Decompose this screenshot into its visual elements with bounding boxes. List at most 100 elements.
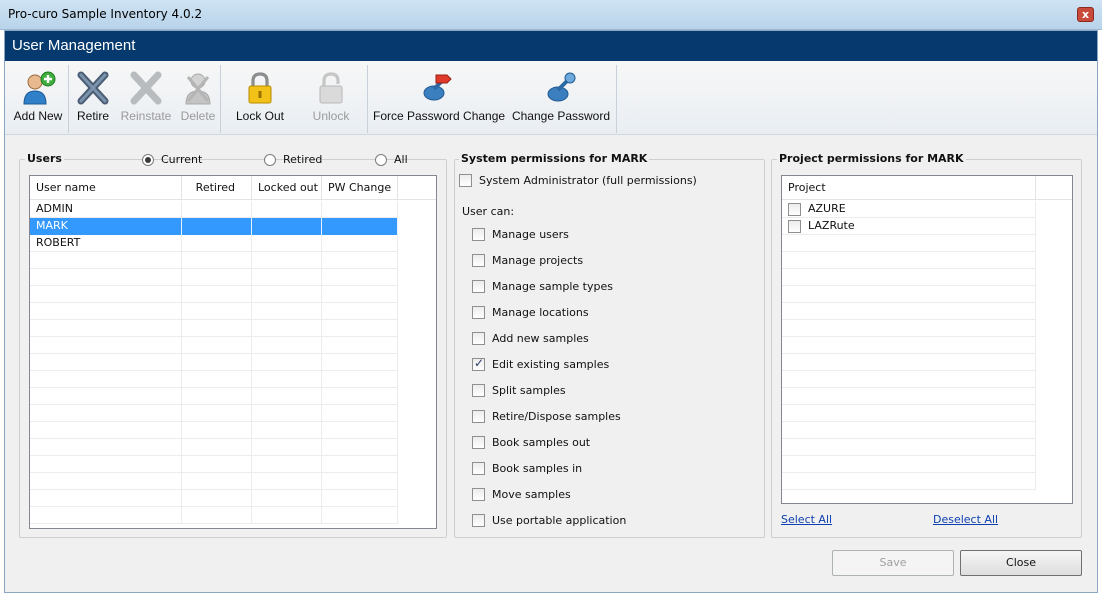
- add-new-button[interactable]: Add New: [7, 65, 69, 129]
- cell-locked-out: [252, 218, 322, 235]
- table-row[interactable]: ROBERT: [30, 235, 398, 252]
- cell-locked-out: [252, 235, 322, 252]
- empty-cell: [182, 269, 252, 286]
- delete-label: Delete: [180, 109, 216, 123]
- change-password-button[interactable]: Change Password: [509, 65, 613, 129]
- empty-cell: [30, 252, 182, 269]
- change-password-icon: [547, 72, 576, 102]
- perm-use-portable-application-checkbox[interactable]: Use portable application: [472, 514, 626, 527]
- perm-book-samples-out-checkbox[interactable]: Book samples out: [472, 436, 590, 449]
- empty-cell: [322, 473, 398, 490]
- perm-manage-locations-checkbox[interactable]: Manage locations: [472, 306, 589, 319]
- empty-cell: [252, 388, 322, 405]
- empty-cell: [322, 507, 398, 524]
- empty-cell: [182, 320, 252, 337]
- toolbar-group-status: Retire Reinstate Delete: [70, 65, 221, 133]
- sysadmin-checkbox[interactable]: System Administrator (full permissions): [459, 174, 697, 187]
- window-titlebar: Pro-curo Sample Inventory 4.0.2 x: [0, 0, 1102, 30]
- checkbox-box-checked: [472, 356, 485, 371]
- cell-user-name: ROBERT: [30, 235, 182, 252]
- filter-retired-radio[interactable]: Retired: [264, 153, 322, 166]
- empty-cell: [322, 388, 398, 405]
- perm-book-samples-in-checkbox[interactable]: Book samples in: [472, 462, 582, 475]
- unlock-label: Unlock: [312, 109, 350, 123]
- empty-cell: [30, 405, 182, 422]
- perm-add-new-samples-checkbox[interactable]: Add new samples: [472, 332, 589, 345]
- empty-row: [782, 303, 1036, 320]
- force-password-change-button[interactable]: Force Password Change: [373, 65, 505, 129]
- perm-manage-users-checkbox[interactable]: Manage users: [472, 228, 569, 241]
- cell-pw-change: [322, 201, 398, 218]
- project-lazrute-checkbox[interactable]: LAZRute: [788, 218, 855, 234]
- empty-cell: [182, 473, 252, 490]
- unlock-button[interactable]: Unlock: [300, 65, 362, 129]
- perm-manage-projects-checkbox[interactable]: Manage projects: [472, 254, 583, 267]
- empty-row: [782, 320, 1036, 337]
- empty-row: [30, 388, 398, 405]
- perm-manage-sample-types-checkbox[interactable]: Manage sample types: [472, 280, 613, 293]
- empty-cell: [322, 405, 398, 422]
- empty-cell: [322, 269, 398, 286]
- perm-edit-existing-samples-checkbox[interactable]: Edit existing samples: [472, 356, 609, 371]
- projects-table[interactable]: Project AZURE LAZRute: [781, 175, 1073, 504]
- empty-row: [782, 439, 1036, 456]
- project-row[interactable]: AZURE: [782, 201, 1036, 218]
- retire-button[interactable]: Retire: [72, 65, 114, 129]
- perm-retire-dispose-samples-checkbox[interactable]: Retire/Dispose samples: [472, 410, 621, 423]
- perm-label: Move samples: [492, 488, 571, 501]
- filter-all-radio[interactable]: All: [375, 153, 408, 166]
- empty-cell: [182, 252, 252, 269]
- reinstate-button[interactable]: Reinstate: [118, 65, 174, 129]
- empty-cell: [30, 473, 182, 490]
- change-password-label: Change Password: [511, 109, 611, 123]
- column-header-locked-out[interactable]: Locked out: [252, 176, 322, 200]
- project-name: LAZRute: [808, 219, 855, 232]
- column-header-pw-change[interactable]: PW Change: [322, 176, 398, 200]
- table-row-selected[interactable]: MARK: [30, 218, 398, 235]
- checkbox-box: [472, 280, 485, 293]
- empty-cell: [252, 354, 322, 371]
- empty-cell: [252, 507, 322, 524]
- empty-cell: [322, 286, 398, 303]
- empty-row: [782, 422, 1036, 439]
- empty-cell: [252, 456, 322, 473]
- close-button[interactable]: Close: [960, 550, 1082, 576]
- column-header-retired[interactable]: Retired: [182, 176, 252, 200]
- empty-row: [30, 252, 398, 269]
- project-row[interactable]: LAZRute: [782, 218, 1036, 235]
- empty-row: [30, 269, 398, 286]
- project-azure-checkbox[interactable]: AZURE: [788, 201, 846, 217]
- empty-row: [782, 456, 1036, 473]
- delete-button[interactable]: Delete: [178, 65, 218, 129]
- table-row[interactable]: ADMIN: [30, 201, 398, 218]
- filter-current-radio[interactable]: Current: [142, 153, 202, 166]
- column-header-user-name[interactable]: User name: [30, 176, 182, 200]
- save-button[interactable]: Save: [832, 550, 954, 576]
- lock-out-button[interactable]: Lock Out: [230, 65, 290, 129]
- perm-split-samples-checkbox[interactable]: Split samples: [472, 384, 566, 397]
- column-header-project[interactable]: Project: [782, 176, 1036, 200]
- users-table[interactable]: User name Retired Locked out PW Change A…: [29, 175, 437, 529]
- empty-cell: [782, 337, 1036, 354]
- empty-cell: [252, 439, 322, 456]
- perm-label: Manage locations: [492, 306, 589, 319]
- empty-cell: [782, 252, 1036, 269]
- empty-row: [782, 337, 1036, 354]
- checkbox-box: [459, 174, 472, 187]
- retire-x-icon: [77, 71, 109, 105]
- checkbox-box: [472, 254, 485, 267]
- empty-cell: [30, 507, 182, 524]
- deselect-all-link[interactable]: Deselect All: [933, 513, 998, 526]
- empty-cell: [322, 422, 398, 439]
- empty-row: [30, 439, 398, 456]
- toolbar-group-password: Force Password Change Change Password: [369, 65, 617, 133]
- add-new-label: Add New: [13, 109, 63, 123]
- empty-cell: [322, 439, 398, 456]
- perm-move-samples-checkbox[interactable]: Move samples: [472, 488, 571, 501]
- toolbar: Add New Retire Reinstate Delete Lock Out…: [5, 61, 1097, 135]
- select-all-link[interactable]: Select All: [781, 513, 832, 526]
- toolbar-group-add: Add New: [5, 65, 69, 133]
- user-can-label: User can:: [462, 205, 515, 218]
- radio-dot: [142, 153, 154, 166]
- window-close-button[interactable]: x: [1077, 7, 1094, 22]
